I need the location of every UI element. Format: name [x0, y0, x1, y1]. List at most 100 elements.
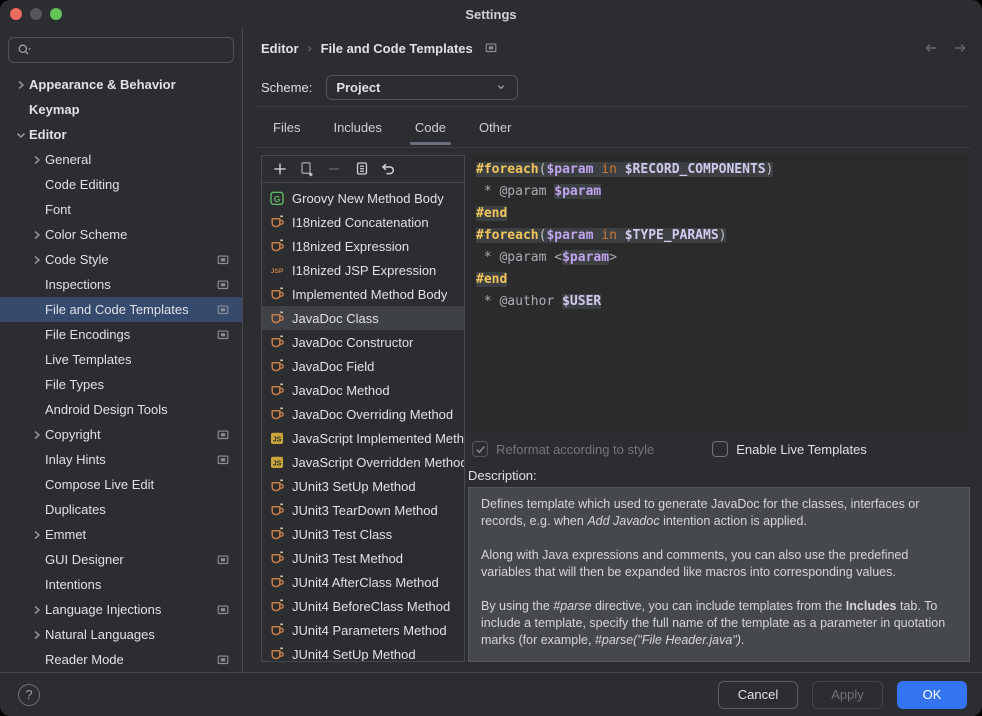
sidebar-item-general[interactable]: General	[0, 147, 242, 172]
enable-live-templates-checkbox[interactable]: Enable Live Templates	[712, 441, 867, 457]
sidebar-item-compose-live-edit[interactable]: Compose Live Edit	[0, 472, 242, 497]
forward-arrow-icon[interactable]	[952, 40, 968, 56]
template-item-junit4-setup-method[interactable]: JUnit4 SetUp Method	[262, 642, 464, 661]
template-item-junit4-afterclass-method[interactable]: JUnit4 AfterClass Method	[262, 570, 464, 594]
sidebar-item-label: Code Editing	[45, 177, 242, 192]
sidebar-item-intentions[interactable]: Intentions	[0, 572, 242, 597]
template-item-i18nized-concatenation[interactable]: I18nized Concatenation	[262, 210, 464, 234]
duplicate-template-button[interactable]	[353, 161, 369, 177]
reset-to-default-button[interactable]	[380, 161, 396, 177]
breadcrumb-file-and-code-templates[interactable]: File and Code Templates	[321, 41, 473, 56]
reformat-according-to-style-checkbox[interactable]: Reformat according to style	[472, 441, 654, 457]
sidebar-item-file-types[interactable]: File Types	[0, 372, 242, 397]
settings-search-field[interactable]	[8, 37, 234, 63]
sidebar-item-language-injections[interactable]: Language Injections	[0, 597, 242, 622]
tab-other[interactable]: Other	[476, 107, 515, 147]
template-item-label: JavaScript Overridden Method Body	[292, 455, 464, 470]
js-template-icon: JS	[269, 430, 285, 446]
sidebar-item-inspections[interactable]: Inspections	[0, 272, 242, 297]
sidebar-item-file-and-code-templates[interactable]: File and Code Templates	[0, 297, 242, 322]
help-button[interactable]: ?	[18, 684, 40, 706]
tab-files[interactable]: Files	[270, 107, 303, 147]
template-item-javadoc-field[interactable]: JavaDoc Field	[262, 354, 464, 378]
template-item-junit4-beforeclass-method[interactable]: JUnit4 BeforeClass Method	[262, 594, 464, 618]
sidebar-item-natural-languages[interactable]: Natural Languages	[0, 622, 242, 647]
sidebar-item-label: Inlay Hints	[45, 452, 208, 467]
sidebar-item-duplicates[interactable]: Duplicates	[0, 497, 242, 522]
back-arrow-icon[interactable]	[923, 40, 939, 56]
template-item-label: I18nized JSP Expression	[292, 263, 436, 278]
sidebar-item-inlay-hints[interactable]: Inlay Hints	[0, 447, 242, 472]
tab-includes[interactable]: Includes	[330, 107, 384, 147]
checkbox-checked-icon[interactable]	[472, 441, 488, 457]
chevron-right-icon[interactable]	[29, 252, 45, 268]
sidebar-item-code-style[interactable]: Code Style	[0, 247, 242, 272]
chevron-right-icon[interactable]	[13, 77, 29, 93]
sidebar-item-gui-designer[interactable]: GUI Designer	[0, 547, 242, 572]
template-item-i18nized-expression[interactable]: I18nized Expression	[262, 234, 464, 258]
sidebar-item-label: Font	[45, 202, 242, 217]
apply-button[interactable]: Apply	[812, 681, 883, 709]
template-item-label: I18nized Expression	[292, 239, 409, 254]
template-item-javadoc-method[interactable]: JavaDoc Method	[262, 378, 464, 402]
chevron-right-icon[interactable]	[29, 427, 45, 443]
template-item-junit3-teardown-method[interactable]: JUnit3 TearDown Method	[262, 498, 464, 522]
chevron-down-icon[interactable]	[13, 127, 29, 143]
template-item-junit4-parameters-method[interactable]: JUnit4 Parameters Method	[262, 618, 464, 642]
template-item-groovy-new-method-body[interactable]: GGroovy New Method Body	[262, 186, 464, 210]
remove-template-button[interactable]	[326, 161, 342, 177]
create-child-template-button[interactable]	[299, 161, 315, 177]
cancel-button[interactable]: Cancel	[718, 681, 798, 709]
sidebar-item-emmet[interactable]: Emmet	[0, 522, 242, 547]
template-item-i18nized-jsp-expression[interactable]: JSPI18nized JSP Expression	[262, 258, 464, 282]
screen-icon	[216, 603, 230, 617]
sidebar-item-copyright[interactable]: Copyright	[0, 422, 242, 447]
sidebar-item-android-design-tools[interactable]: Android Design Tools	[0, 397, 242, 422]
template-item-javadoc-overriding-method[interactable]: JavaDoc Overriding Method	[262, 402, 464, 426]
sidebar-item-keymap[interactable]: Keymap	[0, 97, 242, 122]
tab-code[interactable]: Code	[412, 107, 449, 147]
sidebar-item-code-editing[interactable]: Code Editing	[0, 172, 242, 197]
sidebar-item-label: Editor	[29, 127, 242, 142]
checkbox-unchecked-icon[interactable]	[712, 441, 728, 457]
template-item-junit3-test-method[interactable]: JUnit3 Test Method	[262, 546, 464, 570]
sidebar-item-file-encodings[interactable]: File Encodings	[0, 322, 242, 347]
template-item-javascript-implemented-method-body[interactable]: JSJavaScript Implemented Method Body	[262, 426, 464, 450]
template-item-junit3-test-class[interactable]: JUnit3 Test Class	[262, 522, 464, 546]
sidebar-item-editor[interactable]: Editor	[0, 122, 242, 147]
sidebar-item-reader-mode[interactable]: Reader Mode	[0, 647, 242, 672]
sidebar-item-color-scheme[interactable]: Color Scheme	[0, 222, 242, 247]
template-item-implemented-method-body[interactable]: Implemented Method Body	[262, 282, 464, 306]
chevron-right-icon[interactable]	[29, 227, 45, 243]
sidebar-item-live-templates[interactable]: Live Templates	[0, 347, 242, 372]
chevron-right-icon[interactable]	[29, 527, 45, 543]
sidebar-item-label: General	[45, 152, 242, 167]
chevron-right-icon[interactable]	[29, 627, 45, 643]
search-input[interactable]	[33, 43, 226, 58]
chevron-right-icon[interactable]	[29, 602, 45, 618]
scheme-dropdown[interactable]: Project	[326, 75, 518, 100]
sidebar-item-label: Language Injections	[45, 602, 208, 617]
sidebar-item-font[interactable]: Font	[0, 197, 242, 222]
chevron-right-icon[interactable]	[29, 152, 45, 168]
minimize-window-button[interactable]	[30, 8, 42, 20]
sidebar-item-appearance-behavior[interactable]: Appearance & Behavior	[0, 72, 242, 97]
sidebar-item-label: File Types	[45, 377, 242, 392]
template-item-junit3-setup-method[interactable]: JUnit3 SetUp Method	[262, 474, 464, 498]
breadcrumb-editor[interactable]: Editor	[261, 41, 299, 56]
java-template-icon	[269, 574, 285, 590]
template-editor[interactable]: #foreach($param in $RECORD_COMPONENTS) *…	[468, 155, 970, 432]
sidebar-item-label: Live Templates	[45, 352, 242, 367]
ok-button[interactable]: OK	[897, 681, 967, 709]
java-template-icon	[269, 310, 285, 326]
template-item-javadoc-constructor[interactable]: JavaDoc Constructor	[262, 330, 464, 354]
template-item-javadoc-class[interactable]: JavaDoc Class	[262, 306, 464, 330]
java-template-icon	[269, 358, 285, 374]
svg-text:JS: JS	[273, 460, 282, 467]
checkbox-label: Reformat according to style	[496, 442, 654, 457]
add-template-button[interactable]	[272, 161, 288, 177]
java-template-icon	[269, 478, 285, 494]
template-item-javascript-overridden-method-body[interactable]: JS JavaScript Overridden Method Body	[262, 450, 464, 474]
close-window-button[interactable]	[10, 8, 22, 20]
zoom-window-button[interactable]	[50, 8, 62, 20]
